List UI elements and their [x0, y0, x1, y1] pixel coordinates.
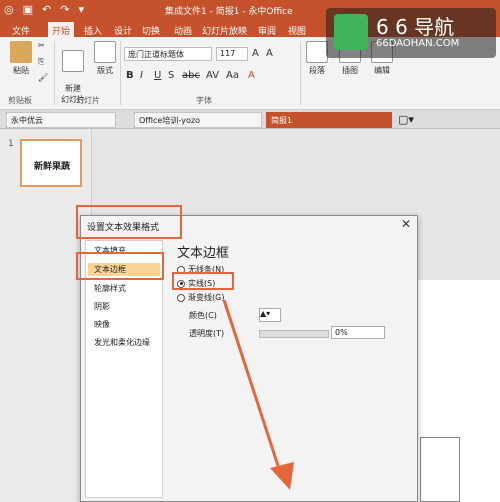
annotation-arrow: [222, 299, 294, 490]
